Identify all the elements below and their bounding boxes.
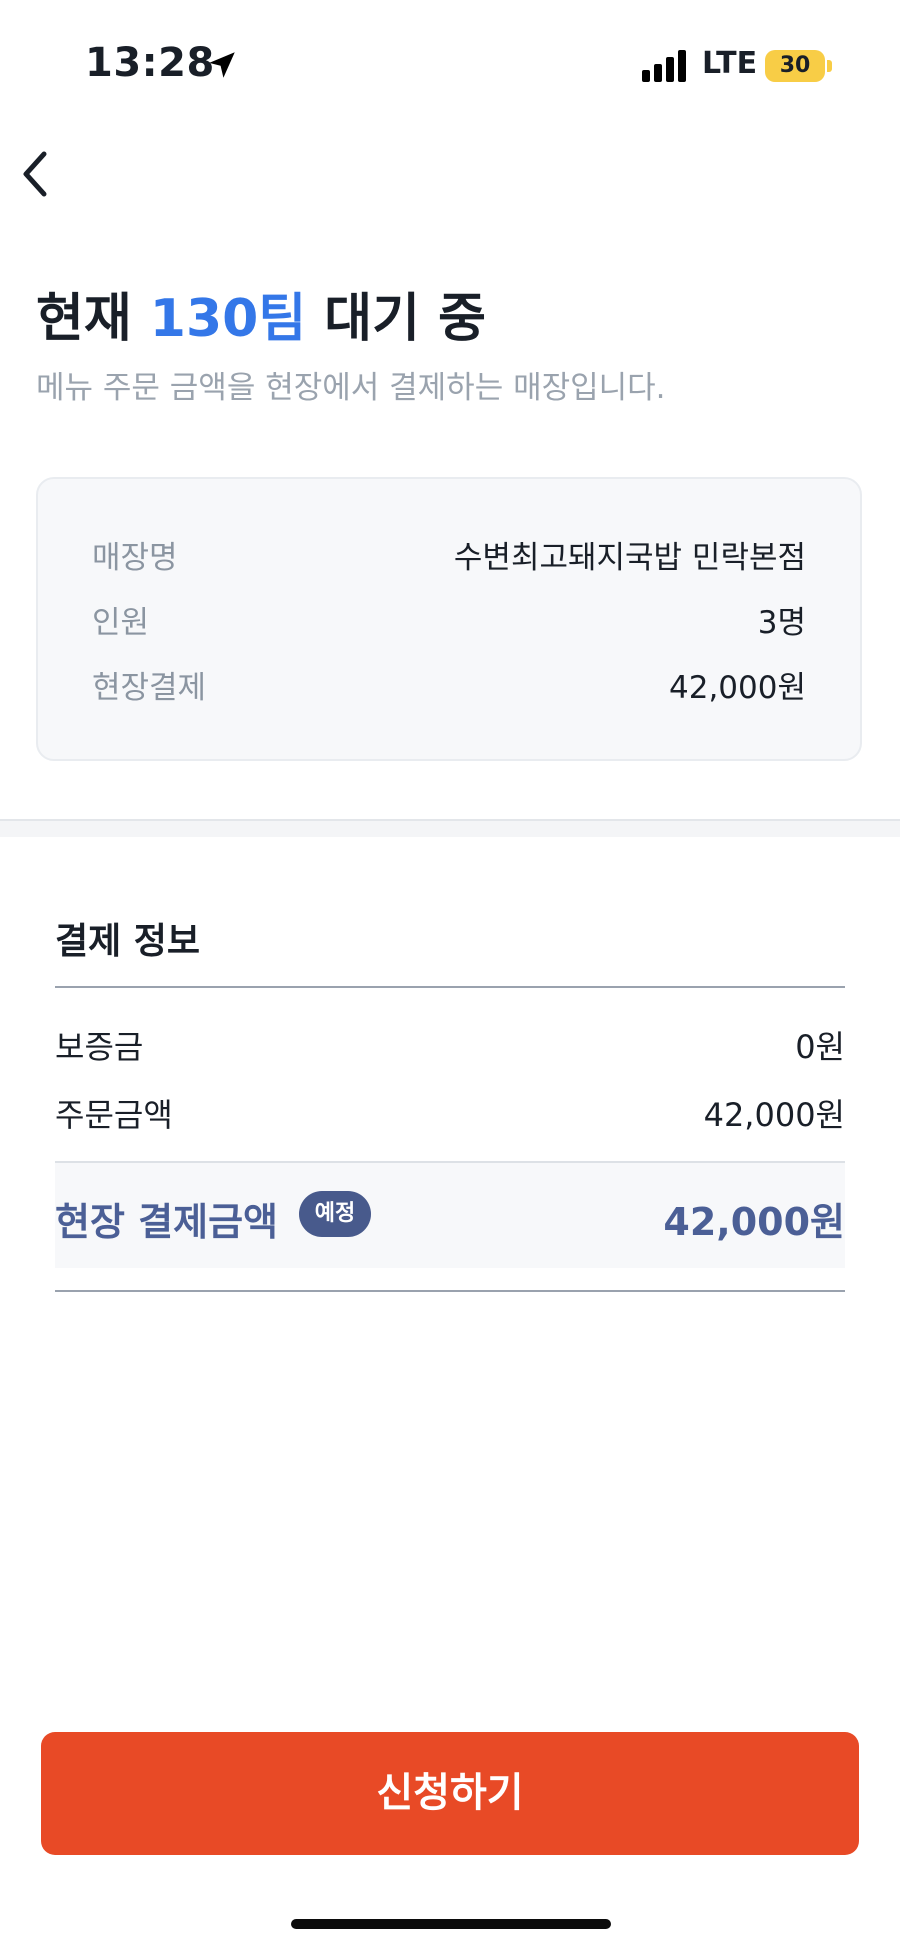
- onsite-payment-value: 42,000원: [669, 670, 806, 706]
- total-payment-label: 현장 결제금액: [55, 1200, 278, 1244]
- deposit-value: 0원: [795, 1028, 845, 1066]
- status-bar: 13:28 LTE 30: [0, 0, 900, 120]
- waiting-count: 130팀: [149, 289, 307, 349]
- party-size-row: 인원 3명: [92, 597, 806, 647]
- battery-level: 30: [779, 53, 811, 78]
- title-prefix: 현재: [36, 289, 150, 349]
- order-amount-value: 42,000원: [703, 1096, 845, 1134]
- deposit-row: 보증금 0원: [55, 1022, 845, 1072]
- location-arrow-icon: [209, 52, 235, 78]
- store-name-row: 매장명 수변최고돼지국밥 민락본점: [92, 532, 806, 582]
- order-amount-row: 주문금액 42,000원: [55, 1090, 845, 1140]
- store-info-card: 매장명 수변최고돼지국밥 민락본점 인원 3명 현장결제 42,000원: [36, 477, 862, 761]
- battery-icon: 30: [765, 50, 825, 82]
- battery-cap: [827, 60, 832, 72]
- deposit-label: 보증금: [55, 1028, 144, 1066]
- total-payment-row: 현장 결제금액 예정 42,000원: [55, 1161, 845, 1268]
- cellular-signal-icon: [642, 50, 686, 82]
- network-type: LTE: [702, 46, 758, 81]
- page-subtitle: 메뉴 주문 금액을 현장에서 결제하는 매장입니다.: [36, 370, 666, 406]
- title-suffix: 대기 중: [306, 289, 486, 349]
- order-amount-label: 주문금액: [55, 1096, 173, 1134]
- party-size-value: 3명: [757, 605, 806, 641]
- payment-top-line: [55, 986, 845, 988]
- section-divider: [0, 819, 900, 837]
- store-name-value: 수변최고돼지국밥 민락본점: [453, 540, 806, 576]
- payment-bottom-line: [55, 1290, 845, 1292]
- scheduled-badge: 예정: [299, 1191, 371, 1237]
- party-size-label: 인원: [92, 605, 150, 641]
- home-indicator[interactable]: [291, 1919, 611, 1929]
- total-payment-value: 42,000원: [663, 1200, 845, 1244]
- onsite-payment-label: 현장결제: [92, 670, 207, 706]
- onsite-payment-row: 현장결제 42,000원: [92, 662, 806, 712]
- payment-section-title: 결제 정보: [55, 921, 201, 962]
- back-chevron-icon[interactable]: [12, 142, 68, 206]
- store-name-label: 매장명: [92, 540, 178, 576]
- apply-button[interactable]: 신청하기: [41, 1732, 859, 1855]
- status-time: 13:28: [85, 40, 215, 86]
- page-title: 현재 130팀 대기 중: [36, 276, 486, 351]
